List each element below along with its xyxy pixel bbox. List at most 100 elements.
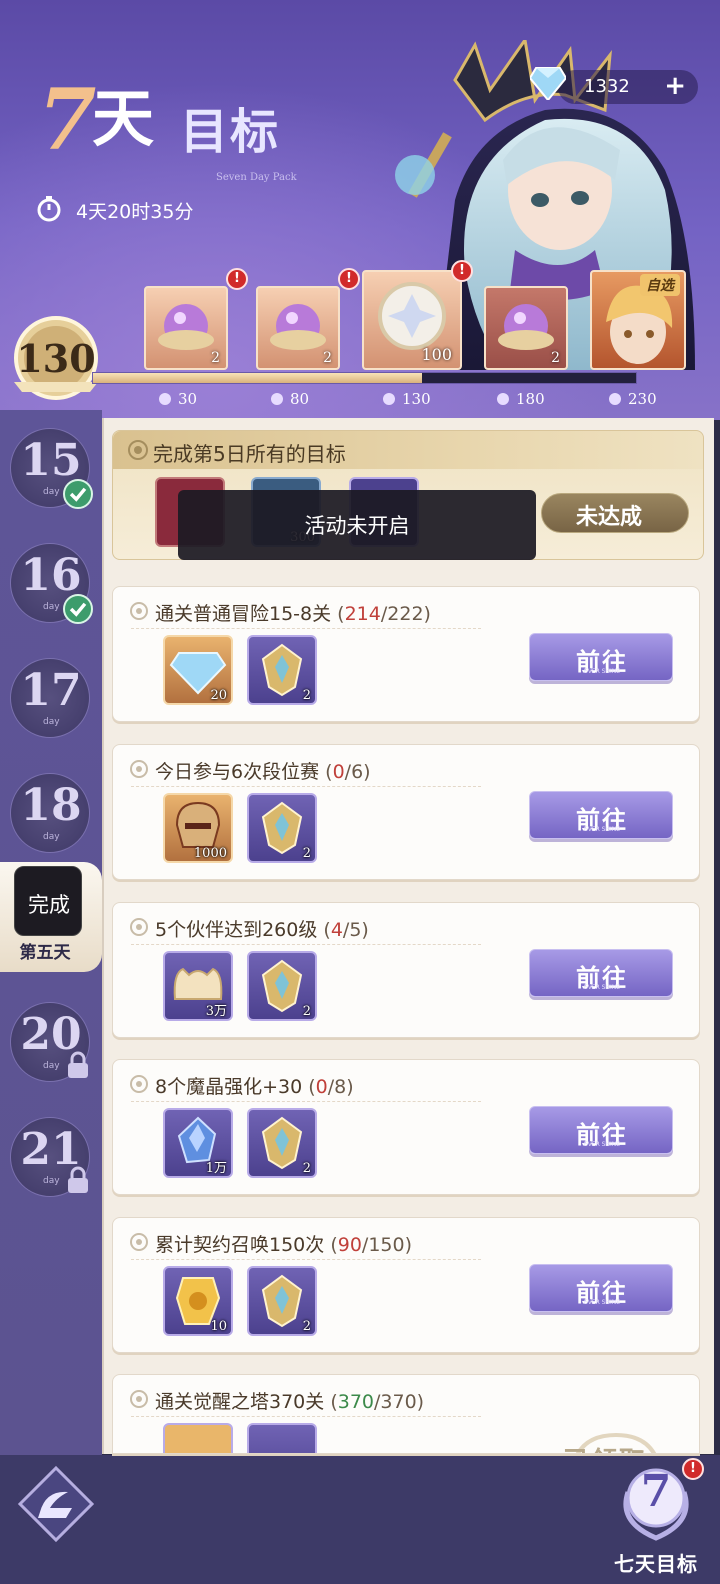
reward-item-emblem[interactable]: 2 [247, 793, 317, 863]
reward-item-emblem[interactable] [247, 1423, 317, 1453]
reward-item-diamond[interactable]: 20 [163, 635, 233, 705]
reward-cost: 130 [382, 390, 431, 408]
toast-text: 活动未开启 [304, 514, 410, 538]
add-currency-button[interactable]: + [664, 72, 686, 100]
spiral-icon [130, 760, 148, 778]
level-value: 130 [16, 336, 96, 381]
track-reward-2[interactable]: 2 [256, 286, 340, 370]
track-reward-3[interactable]: 100 [362, 270, 462, 370]
claimed-stamp: 已领取 [541, 1415, 691, 1453]
complete-toast: 完成 [14, 866, 82, 936]
title-day: 天 [92, 82, 155, 155]
toast-message: 活动未开启 [178, 490, 536, 560]
track-reward-5-choice[interactable]: 自选 [590, 270, 686, 370]
spiral-point-icon [497, 393, 509, 405]
go-sublabel: EVER SHINE [583, 668, 621, 675]
unachieved-label: 未达成 [576, 505, 643, 530]
day-tab-16[interactable]: 16 day [10, 543, 93, 624]
alert-badge: ! [682, 1458, 704, 1480]
item-count: 2 [302, 688, 311, 703]
track-reward-4[interactable]: 2 [484, 286, 568, 370]
go-button[interactable]: 前往 EVER SHINE [529, 633, 673, 681]
title-goal: 目标 [180, 104, 281, 160]
logo-icon [17, 1465, 95, 1543]
reward-item-emblem[interactable]: 2 [247, 1266, 317, 1336]
timer-text: 4天20时35分 [76, 201, 194, 223]
reward-item-mask[interactable]: 1000 [163, 793, 233, 863]
go-button[interactable]: 前往 EVER SHINE [529, 1264, 673, 1312]
track-reward-1[interactable]: 2 [144, 286, 228, 370]
title-subtitle: Seven Day Pack [216, 172, 297, 183]
item-count: 1000 [193, 846, 227, 861]
spiral-point-icon [383, 393, 395, 405]
day-complete-header: 完成第5日所有的目标 [113, 431, 703, 469]
task-title: 累计契约召唤150次 (90/150) [155, 1234, 413, 1256]
reward-count: 100 [421, 345, 452, 364]
currency-bar: 1332 + [558, 70, 698, 104]
reward-progress-fill [93, 373, 422, 383]
day-sub: day [43, 1176, 60, 1186]
task-title: 今日参与6次段位赛 (0/6) [155, 761, 371, 783]
spiral-icon [130, 602, 148, 620]
spiral-point-icon [159, 393, 171, 405]
level-badge: 130 [10, 312, 102, 404]
day-tab-21[interactable]: 21 day [10, 1117, 90, 1197]
day-complete-title: 完成第5日所有的目标 [153, 442, 346, 466]
task-card: 通关普通冒险15-8关 (214/222) 20 2 前往 EVER SHINE [112, 586, 700, 722]
reward-item-emblem[interactable]: 2 [247, 1108, 317, 1178]
reward-item-crystal[interactable]: 1万 [163, 1108, 233, 1178]
reward-progress-bar [92, 372, 637, 384]
spiral-icon [128, 440, 148, 460]
go-sublabel: EVER SHINE [583, 1141, 621, 1148]
day-tab-20[interactable]: 20 day [10, 1002, 90, 1082]
go-sublabel: EVER SHINE [583, 984, 621, 991]
day-number: 16 [20, 550, 82, 601]
game-logo-button[interactable] [16, 1464, 96, 1544]
header-banner: 7 天 目标 Seven Day Pack 4天20时35分 1332 + 13… [0, 0, 720, 420]
reward-item-contract[interactable]: 10 [163, 1266, 233, 1336]
day-number: 18 [20, 780, 82, 831]
item-count: 20 [210, 688, 227, 703]
spiral-icon [130, 1075, 148, 1093]
go-button[interactable]: 前往 EVER SHINE [529, 949, 673, 997]
alert-badge: ! [451, 260, 473, 282]
reward-item-emblem[interactable]: 2 [247, 635, 317, 705]
spiral-icon [130, 918, 148, 936]
reward-cost: 230 [608, 390, 657, 408]
day-tab-17[interactable]: 17 day [10, 658, 90, 738]
unachieved-button[interactable]: 未达成 [541, 493, 689, 533]
lock-icon [68, 1166, 88, 1193]
reward-count: 2 [551, 350, 560, 366]
item-count: 2 [302, 1319, 311, 1334]
day-sub: day [43, 487, 60, 497]
task-card: 通关觉醒之塔370关 (370/370) 已领取 [112, 1374, 700, 1454]
task-title: 通关普通冒险15-8关 (214/222) [155, 603, 431, 625]
active-day-label: 第五天 [19, 943, 71, 963]
reward-cost: 30 [158, 390, 197, 408]
reward-item-bread[interactable]: 3万 [163, 951, 233, 1021]
go-button[interactable]: 前往 EVER SHINE [529, 1106, 673, 1154]
task-title: 8个魔晶强化+30 (0/8) [155, 1076, 354, 1098]
item-count: 10 [210, 1319, 227, 1334]
day-tab-18[interactable]: 18 day [10, 773, 90, 853]
go-button[interactable]: 前往 EVER SHINE [529, 791, 673, 839]
lock-icon [68, 1051, 88, 1078]
title-number: 7 [38, 70, 97, 169]
task-card: 累计契约召唤150次 (90/150) 10 2 前往 EVER SHINE [112, 1217, 700, 1353]
task-title: 通关觉醒之塔370关 (370/370) [155, 1391, 425, 1413]
seven-day-goal-button[interactable]: 7 ! 七天目标 [598, 1452, 714, 1580]
complete-toast-text: 完成 [28, 893, 70, 917]
reward-item-emblem[interactable]: 2 [247, 951, 317, 1021]
reward-count: 2 [211, 350, 220, 366]
day-tab-15[interactable]: 15 day [10, 428, 93, 509]
item-count: 2 [302, 1004, 311, 1019]
task-card: 5个伙伴达到260级 (4/5) 3万 2 前往 EVER SHINE [112, 902, 700, 1038]
item-count: 2 [302, 1161, 311, 1176]
spiral-point-icon [271, 393, 283, 405]
item-count: 3万 [205, 1004, 227, 1019]
reward-item[interactable] [163, 1423, 233, 1453]
check-icon [63, 479, 93, 509]
spiral-point-icon [609, 393, 621, 405]
day-sub: day [43, 832, 60, 842]
stopwatch-icon [37, 196, 61, 222]
